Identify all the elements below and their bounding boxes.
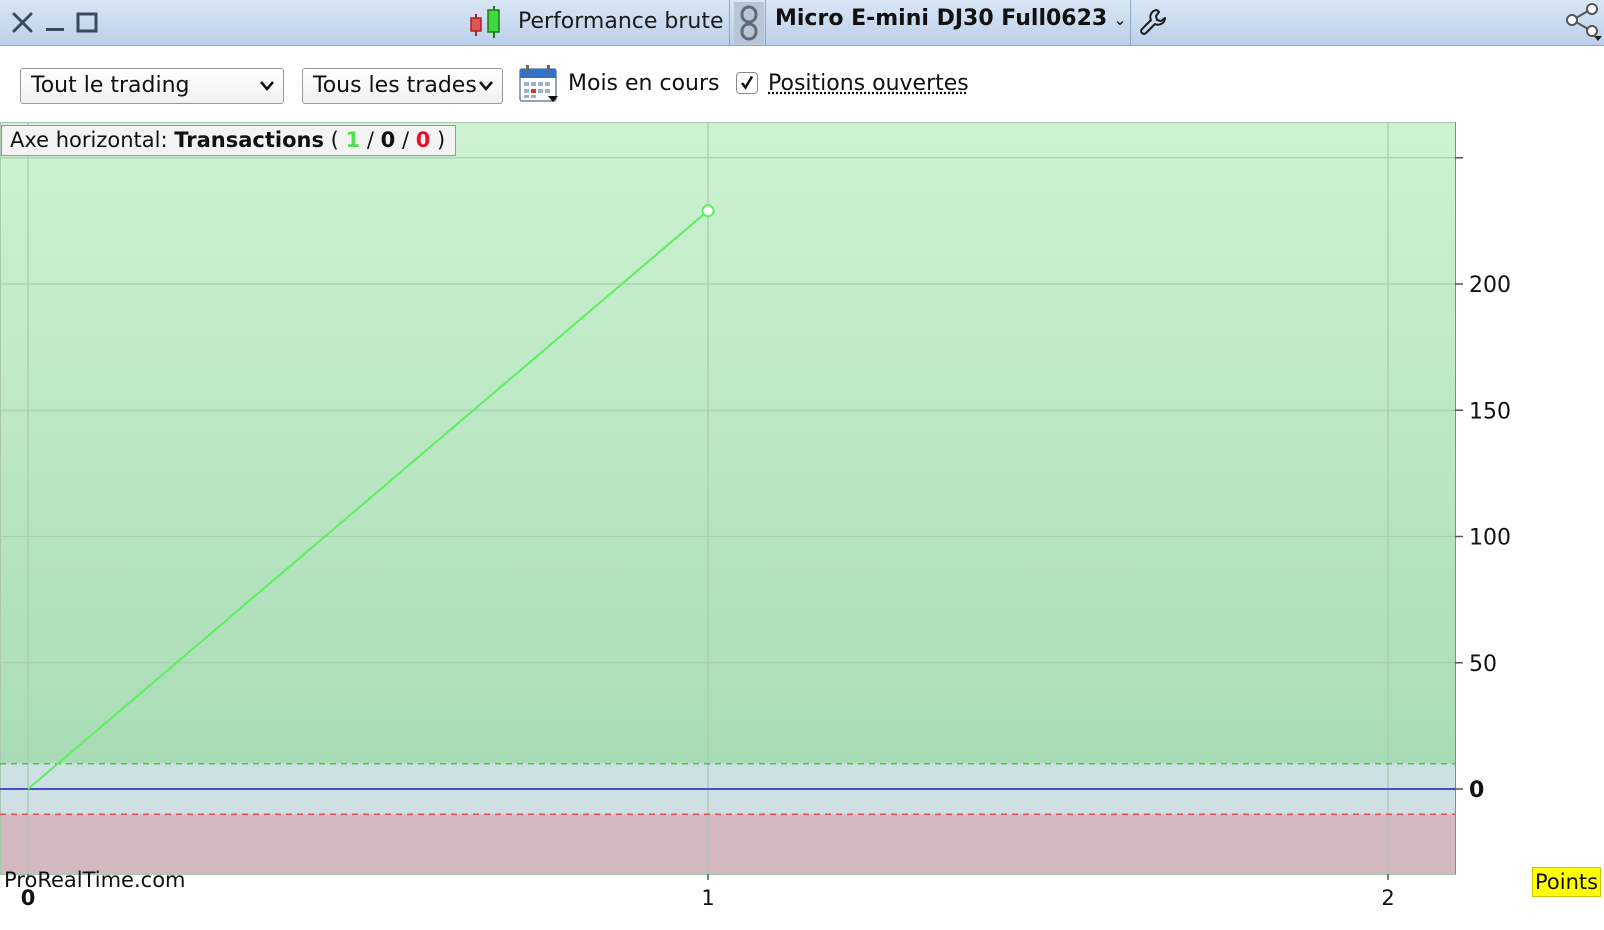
losing-trades-count: 0 bbox=[415, 128, 431, 152]
profit-zone bbox=[0, 122, 1455, 764]
unit-badge[interactable]: Points bbox=[1532, 867, 1602, 897]
axis-badge-separator: / bbox=[401, 128, 410, 152]
axis-badge-open-paren: ( bbox=[330, 128, 339, 152]
y-tick-label: 100 bbox=[1469, 526, 1511, 551]
y-tick-label: 200 bbox=[1469, 273, 1511, 298]
axis-mode: Transactions bbox=[174, 128, 324, 152]
y-tick-label: 150 bbox=[1469, 399, 1511, 424]
axis-badge-prefix: Axe horizontal: bbox=[10, 128, 168, 152]
loss-zone bbox=[0, 814, 1455, 874]
neutral-trades-count: 0 bbox=[380, 128, 396, 152]
axis-badge-separator: / bbox=[366, 128, 374, 152]
equity-point bbox=[701, 204, 715, 218]
horizontal-axis-badge[interactable]: Axe horizontal: Transactions ( 1 / 0 / 0… bbox=[1, 125, 457, 156]
watermark: ProRealTime.com bbox=[4, 868, 186, 892]
y-tick-label: 50 bbox=[1469, 652, 1497, 677]
x-tick-label: 1 bbox=[701, 886, 714, 910]
x-tick-label: 2 bbox=[1381, 886, 1394, 910]
winning-trades-count: 1 bbox=[345, 128, 361, 152]
y-tick-label: 0 bbox=[1469, 778, 1484, 803]
axis-badge-close-paren: ) bbox=[437, 128, 446, 152]
